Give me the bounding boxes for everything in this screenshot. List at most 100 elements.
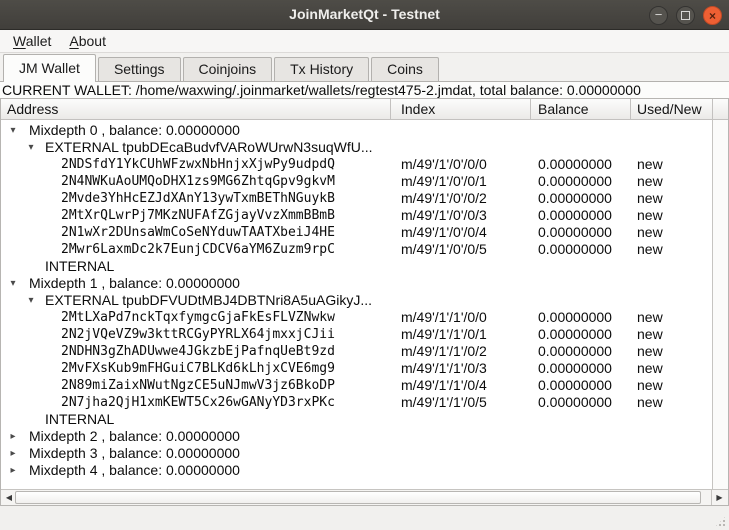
index-cell: m/49'/1'/1'/0/0 [401, 309, 487, 326]
row-label: Mixdepth 2 , balance: 0.00000000 [29, 428, 240, 445]
app-window: JoinMarketQt - Testnet − × WalletAbout J… [0, 0, 729, 530]
index-cell: m/49'/1'/1'/0/4 [401, 377, 487, 394]
menu-item-wallet[interactable]: Wallet [4, 31, 60, 51]
tree-body: ▾Mixdepth 0 , balance: 0.00000000▾EXTERN… [1, 120, 712, 489]
window-controls: − × [649, 6, 722, 25]
row-label: INTERNAL [45, 258, 114, 275]
address-row[interactable]: 2N4NWKuAoUMQoDHX1zs9MG6ZhtqGpv9gkvMm/49'… [1, 173, 712, 190]
address-row[interactable]: 2N7jha2QjH1xmKEWT5Cx26wGANyYD3rxPKcm/49'… [1, 394, 712, 411]
mixdepth-row[interactable]: ▸ Mixdepth 2 , balance: 0.00000000 [1, 428, 712, 445]
maximize-icon [681, 11, 690, 20]
internal-branch-row[interactable]: INTERNAL [1, 411, 712, 428]
index-cell: m/49'/1'/1'/0/1 [401, 326, 487, 343]
resize-grip-icon[interactable] [714, 515, 727, 528]
collapse-icon[interactable]: ▾ [6, 122, 20, 139]
mixdepth-row[interactable]: ▾ Mixdepth 1 , balance: 0.00000000 [1, 275, 712, 292]
row-label: INTERNAL [45, 411, 114, 428]
index-cell: m/49'/1'/1'/0/5 [401, 394, 487, 411]
titlebar[interactable]: JoinMarketQt - Testnet − × [0, 0, 729, 30]
mixdepth-row[interactable]: ▸ Mixdepth 3 , balance: 0.00000000 [1, 445, 712, 462]
column-header-balance[interactable]: Balance [531, 99, 631, 119]
address-cell: 2NDSfdY1YkCUhWFzwxNbHnjxXjwPy9udpdQ [61, 156, 335, 173]
address-row[interactable]: 2MtLXaPd7nckTqxfymgcGjaFkEsFLVZNwkw m/49'… [1, 309, 712, 326]
mixdepth-row[interactable]: ▸Mixdepth 4 , balance: 0.00000000 [1, 462, 712, 479]
index-cell: m/49'/1'/1'/0/2 [401, 343, 487, 360]
row-label: Mixdepth 1 , balance: 0.00000000 [29, 275, 240, 292]
expand-icon[interactable]: ▸ [6, 428, 20, 445]
column-header-used-new[interactable]: Used/New [631, 99, 713, 119]
scroll-right-icon[interactable]: ▶ [711, 490, 727, 505]
index-cell: m/49'/1'/0'/0/4 [401, 224, 487, 241]
address-row[interactable]: 2NDSfdY1YkCUhWFzwxNbHnjxXjwPy9udpdQ m/49'… [1, 156, 712, 173]
row-label: Mixdepth 3 , balance: 0.00000000 [29, 445, 240, 462]
horizontal-scroll-thumb[interactable] [15, 491, 701, 504]
address-cell: 2N4NWKuAoUMQoDHX1zs9MG6ZhtqGpv9gkvM [61, 173, 335, 190]
address-cell: 2MvFXsKub9mFHGuiC7BLKd6kLhjxCVE6mg9 [61, 360, 335, 377]
menu-bar: WalletAbout [0, 30, 729, 53]
minimize-button[interactable]: − [649, 6, 668, 25]
collapse-icon[interactable]: ▾ [24, 139, 38, 156]
expand-icon[interactable]: ▸ [6, 462, 20, 479]
used-new-cell: new [637, 377, 663, 394]
used-new-cell: new [637, 190, 663, 207]
address-row[interactable]: 2N2jVQeVZ9w3kttRCGyPYRLX64jmxxjCJiim/49'… [1, 326, 712, 343]
column-header-index[interactable]: Index [391, 99, 531, 119]
address-row[interactable]: 2N1wXr2DUnsaWmCoSeNYduwTAATXbeiJ4HE m/49'… [1, 224, 712, 241]
collapse-icon[interactable]: ▾ [24, 292, 38, 309]
address-cell: 2MtLXaPd7nckTqxfymgcGjaFkEsFLVZNwkw [61, 309, 335, 326]
balance-cell: 0.00000000 [538, 224, 612, 241]
address-row[interactable]: 2Mwr6LaxmDc2k7EunjCDCV6aYM6Zuzm9rpCm/49'… [1, 241, 712, 258]
tab-jm-wallet[interactable]: JM Wallet [3, 54, 96, 82]
index-cell: m/49'/1'/0'/0/3 [401, 207, 487, 224]
mnemonic-letter: W [13, 33, 26, 49]
balance-cell: 0.00000000 [538, 190, 612, 207]
index-cell: m/49'/1'/0'/0/0 [401, 156, 487, 173]
balance-cell: 0.00000000 [538, 173, 612, 190]
scroll-left-icon[interactable]: ◀ [2, 490, 16, 505]
balance-cell: 0.00000000 [538, 343, 612, 360]
row-label: EXTERNAL tpubDFVUDtMBJ4DBTNri8A5uAGikyJ.… [45, 292, 372, 309]
used-new-cell: new [637, 309, 663, 326]
jm-wallet-tab-page: CURRENT WALLET: /home/waxwing/.joinmarke… [0, 82, 729, 506]
horizontal-scrollbar[interactable]: ◀ ▶ [1, 489, 728, 505]
used-new-cell: new [637, 241, 663, 258]
used-new-cell: new [637, 394, 663, 411]
balance-cell: 0.00000000 [538, 156, 612, 173]
address-cell: 2N1wXr2DUnsaWmCoSeNYduwTAATXbeiJ4HE [61, 224, 335, 241]
current-wallet-label: CURRENT WALLET: /home/waxwing/.joinmarke… [0, 82, 729, 98]
address-row[interactable]: 2MtXrQLwrPj7MKzNUFAfZGjayVvzXmmBBmBm/49'… [1, 207, 712, 224]
table-header-row: Address Index Balance Used/New [1, 99, 728, 120]
balance-cell: 0.00000000 [538, 326, 612, 343]
close-button[interactable]: × [703, 6, 722, 25]
wallet-tree: Address Index Balance Used/New ▾Mixdepth… [0, 98, 729, 506]
external-branch-row[interactable]: ▾ EXTERNAL tpubDFVUDtMBJ4DBTNri8A5uAGikyJ… [1, 292, 712, 309]
column-header-address[interactable]: Address [1, 99, 391, 119]
address-row[interactable]: 2MvFXsKub9mFHGuiC7BLKd6kLhjxCVE6mg9 m/49'… [1, 360, 712, 377]
expand-icon[interactable]: ▸ [6, 445, 20, 462]
row-label: Mixdepth 0 , balance: 0.00000000 [29, 122, 240, 139]
used-new-cell: new [637, 156, 663, 173]
address-row[interactable]: 2N89miZaixNWutNgzCE5uNJmwV3jz6BkoDPm/49'… [1, 377, 712, 394]
menu-item-about[interactable]: About [60, 31, 115, 51]
tab-coins[interactable]: Coins [371, 57, 439, 81]
external-branch-row[interactable]: ▾ EXTERNAL tpubDEcaBudvfVARoWUrwN3suqWfU.… [1, 139, 712, 156]
tab-coinjoins[interactable]: Coinjoins [183, 57, 273, 81]
used-new-cell: new [637, 326, 663, 343]
used-new-cell: new [637, 173, 663, 190]
used-new-cell: new [637, 343, 663, 360]
tab-settings[interactable]: Settings [98, 57, 181, 81]
index-cell: m/49'/1'/1'/0/3 [401, 360, 487, 377]
mixdepth-row[interactable]: ▾ Mixdepth 0 , balance: 0.00000000 [1, 122, 712, 139]
address-row[interactable]: 2NDHN3gZhADUwwe4JGkzbEjPafnqUeBt9zdm/49'… [1, 343, 712, 360]
tab-bar: JM WalletSettingsCoinjoinsTx HistoryCoin… [0, 53, 729, 82]
index-cell: m/49'/1'/0'/0/5 [401, 241, 487, 258]
mnemonic-letter: A [69, 33, 78, 49]
internal-branch-row[interactable]: INTERNAL [1, 258, 712, 275]
tab-tx-history[interactable]: Tx History [274, 57, 369, 81]
collapse-icon[interactable]: ▾ [6, 275, 20, 292]
address-row[interactable]: 2Mvde3YhHcEZJdXAnY13ywTxmBEThNGuykBm/49'… [1, 190, 712, 207]
maximize-button[interactable] [676, 6, 695, 25]
vertical-scrollbar[interactable] [712, 120, 728, 489]
row-label: EXTERNAL tpubDEcaBudvfVARoWUrwN3suqWfU..… [45, 139, 373, 156]
used-new-cell: new [637, 207, 663, 224]
